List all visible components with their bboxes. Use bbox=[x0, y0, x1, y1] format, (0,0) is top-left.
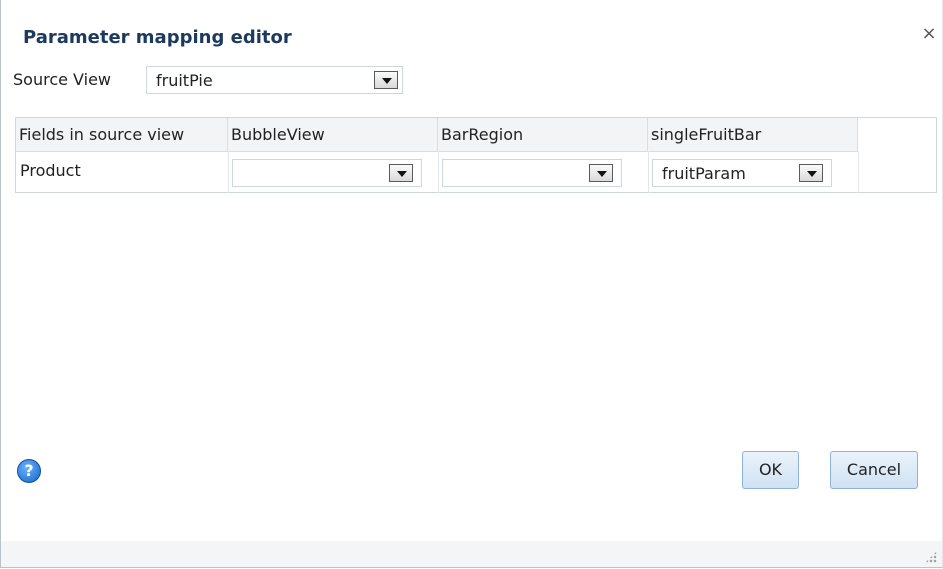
cancel-button[interactable]: Cancel bbox=[830, 451, 918, 489]
dialog-footer-bar bbox=[1, 541, 942, 567]
source-view-value: fruitPie bbox=[156, 71, 213, 90]
column-header-bubbleview: BubbleView bbox=[228, 118, 438, 151]
chevron-down-icon[interactable] bbox=[389, 164, 413, 182]
barregion-mapping-select[interactable] bbox=[442, 159, 622, 187]
chevron-down-icon[interactable] bbox=[589, 164, 613, 182]
column-divider bbox=[858, 151, 859, 193]
dialog-title: Parameter mapping editor bbox=[23, 27, 292, 48]
bubbleview-mapping-select[interactable] bbox=[232, 159, 422, 187]
singlefruitbar-mapping-select[interactable]: fruitParam bbox=[652, 159, 832, 187]
ok-button[interactable]: OK bbox=[742, 451, 799, 489]
column-divider bbox=[228, 151, 229, 193]
mapping-table: Fields in source view BubbleView BarRegi… bbox=[15, 117, 937, 193]
source-view-label: Source View bbox=[13, 70, 112, 89]
chevron-down-icon[interactable] bbox=[799, 164, 823, 182]
table-row-field-label: Product bbox=[20, 161, 81, 180]
table-header-row: Fields in source view BubbleView BarRegi… bbox=[16, 118, 858, 152]
singlefruitbar-mapping-value: fruitParam bbox=[662, 164, 746, 183]
column-header-singlefruitbar: singleFruitBar bbox=[648, 118, 858, 151]
column-divider bbox=[648, 151, 649, 193]
source-view-select[interactable]: fruitPie bbox=[146, 66, 403, 94]
close-icon[interactable]: × bbox=[919, 24, 939, 44]
parameter-mapping-dialog: Parameter mapping editor × Source View f… bbox=[0, 0, 943, 568]
column-header-fields: Fields in source view bbox=[16, 118, 228, 151]
chevron-down-icon[interactable] bbox=[374, 71, 398, 89]
column-header-barregion: BarRegion bbox=[438, 118, 648, 151]
help-icon[interactable]: ? bbox=[17, 459, 41, 483]
column-divider bbox=[438, 151, 439, 193]
